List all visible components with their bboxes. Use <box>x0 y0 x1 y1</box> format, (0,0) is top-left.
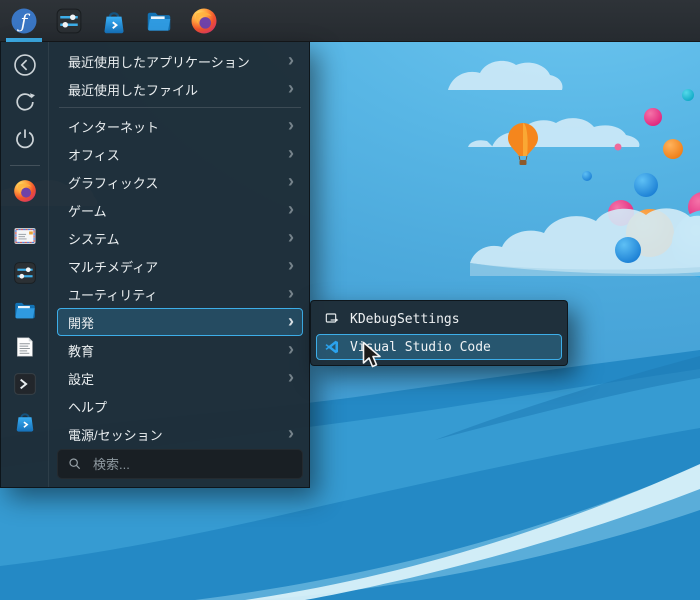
settings-sliders-icon <box>13 262 36 284</box>
sidebar-favorite-kate[interactable] <box>7 331 43 363</box>
chevron-right-icon: › <box>288 367 294 387</box>
text-document-icon <box>16 337 33 357</box>
submenu-item-label: Visual Studio Code <box>350 339 491 355</box>
menu-item-recent-apps[interactable]: 最近使用したアプリケーション › <box>57 47 303 75</box>
sidebar-separator <box>9 165 40 166</box>
back-icon <box>13 54 36 76</box>
top-panel: ƒ <box>0 0 700 42</box>
sidebar-favorite-konsole[interactable] <box>7 368 43 400</box>
menu-item-label: ヘルプ <box>68 399 108 415</box>
menu-item-label: システム <box>68 231 120 247</box>
restart-icon <box>15 93 35 111</box>
sidebar-back-button[interactable] <box>7 49 43 81</box>
chevron-right-icon: › <box>288 50 294 70</box>
chevron-right-icon: › <box>288 283 294 303</box>
chevron-right-icon: › <box>288 78 294 98</box>
taskbar-discover-button[interactable] <box>98 5 130 37</box>
application-launcher-menu: 最近使用したアプリケーション › 最近使用したファイル › インターネット › … <box>0 42 310 488</box>
settings-sliders-icon <box>56 8 82 33</box>
submenu-item-kdebugsettings[interactable]: KDebugSettings <box>316 306 562 332</box>
menu-item-label: ユーティリティ <box>68 287 158 303</box>
menu-item-label: 開発 <box>68 315 95 331</box>
chevron-right-icon: › <box>288 143 294 163</box>
sidebar-favorite-firefox[interactable] <box>7 175 43 207</box>
firefox-icon <box>13 180 36 202</box>
kdebugsettings-icon <box>325 313 339 323</box>
taskbar-launcher-button[interactable]: ƒ <box>6 5 42 42</box>
menu-item-label: 教育 <box>68 343 95 359</box>
menu-item-label: 設定 <box>68 371 95 387</box>
taskbar-firefox-button[interactable] <box>188 5 220 37</box>
menu-item-recent-files[interactable]: 最近使用したファイル › <box>57 75 303 103</box>
menu-item-help[interactable]: ヘルプ <box>57 392 303 420</box>
search-input[interactable] <box>91 455 293 473</box>
sidebar-favorite-kmail[interactable] <box>7 220 43 252</box>
menu-item-label: オフィス <box>68 147 120 163</box>
menu-item-education[interactable]: 教育 › <box>57 336 303 364</box>
menu-item-system[interactable]: システム › <box>57 224 303 252</box>
menu-item-graphics[interactable]: グラフィックス › <box>57 168 303 196</box>
menu-item-label: インターネット <box>68 119 160 135</box>
sidebar-favorite-discover[interactable] <box>7 405 43 437</box>
search-field[interactable] <box>57 449 303 479</box>
sidebar-favorite-systemsettings[interactable] <box>7 257 43 289</box>
menu-item-multimedia[interactable]: マルチメディア › <box>57 252 303 280</box>
mail-icon <box>13 228 36 244</box>
chevron-right-icon: › <box>288 227 294 247</box>
launcher-sidebar <box>1 42 49 487</box>
menu-item-label: ゲーム <box>68 203 107 219</box>
menu-item-label: 最近使用したファイル <box>68 82 199 98</box>
chevron-right-icon: › <box>288 115 294 135</box>
chevron-right-icon: › <box>288 339 294 359</box>
chevron-right-icon: › <box>288 311 294 331</box>
taskbar-systemsettings-button[interactable] <box>53 5 85 37</box>
menu-item-power-session[interactable]: 電源/セッション › <box>57 420 303 448</box>
launcher-category-list: 最近使用したアプリケーション › 最近使用したファイル › インターネット › … <box>49 42 309 487</box>
menu-item-games[interactable]: ゲーム › <box>57 196 303 224</box>
desktop-screen: ƒ 最近使用したアプリケーション › 最近使用したファイル › インターネット … <box>0 0 700 600</box>
folder-icon <box>14 302 35 319</box>
menu-item-settings[interactable]: 設定 › <box>57 364 303 392</box>
menu-item-label: グラフィックス <box>68 175 159 191</box>
menu-item-label: 電源/セッション <box>68 427 163 443</box>
menu-item-development[interactable]: 開発 › <box>57 308 303 336</box>
menu-item-internet[interactable]: インターネット › <box>57 112 303 140</box>
vscode-icon <box>325 340 338 354</box>
submenu-item-vscode[interactable]: Visual Studio Code <box>316 334 562 360</box>
terminal-icon <box>13 373 36 395</box>
menu-item-label: 最近使用したアプリケーション <box>68 54 250 70</box>
discover-bag-icon <box>104 11 124 33</box>
menu-separator <box>59 107 301 108</box>
menu-item-office[interactable]: オフィス › <box>57 140 303 168</box>
chevron-right-icon: › <box>288 171 294 191</box>
firefox-icon <box>191 8 217 33</box>
shutdown-icon <box>15 129 34 149</box>
chevron-right-icon: › <box>288 199 294 219</box>
sidebar-restart-button[interactable] <box>7 86 43 118</box>
sidebar-shutdown-button[interactable] <box>7 123 43 155</box>
development-submenu: KDebugSettings Visual Studio Code <box>310 300 568 366</box>
chevron-right-icon: › <box>288 423 294 443</box>
search-icon <box>69 458 81 470</box>
taskbar-filemanager-button[interactable] <box>143 5 175 37</box>
menu-item-label: マルチメディア <box>68 259 159 275</box>
menu-item-utilities[interactable]: ユーティリティ › <box>57 280 303 308</box>
hot-air-balloon <box>508 123 538 165</box>
submenu-item-label: KDebugSettings <box>350 311 460 327</box>
chevron-right-icon: › <box>288 255 294 275</box>
folder-icon <box>147 12 171 31</box>
discover-bag-icon <box>16 413 33 432</box>
fedora-logo-icon: ƒ <box>11 8 37 33</box>
wallpaper-cloud-bank <box>470 208 700 276</box>
sidebar-favorite-dolphin[interactable] <box>7 294 43 326</box>
